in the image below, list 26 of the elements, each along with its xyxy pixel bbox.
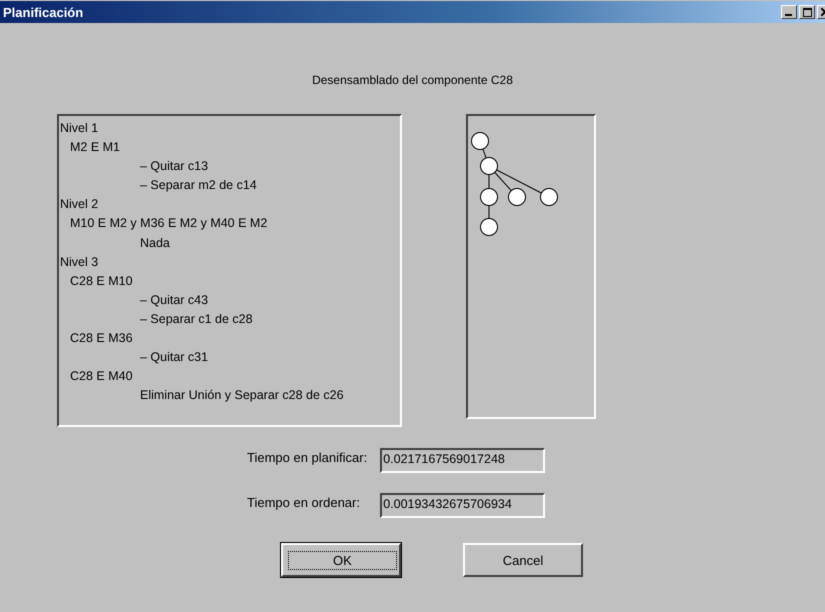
component-pair: C28 E M10 [69,272,134,290]
field-label: Tiempo en planificar: [247,449,368,465]
heading-text: Desensamblado del componente C28 [311,73,514,87]
maximize-icon [802,8,812,16]
action-text: – Quitar c13 [139,158,210,176]
action-text: – Quitar c43 [139,292,210,309]
ok-button[interactable]: OK [281,543,401,577]
action-text: – Quitar c31 [139,349,210,366]
cancel-button[interactable]: Cancel [463,543,583,577]
minimize-button[interactable] [781,5,797,19]
action-text: – Separar c1 de c28 [139,310,254,328]
component-pair: C28 E M36 [69,330,134,348]
time-field[interactable]: 0.00193432675706934 [380,493,546,518]
action-text: – Separar m2 de c14 [139,177,258,194]
time-field[interactable]: 0.0217167569017248 [380,448,546,473]
component-pair: M10 E M2 y M36 E M2 y M40 E M2 [69,215,268,232]
component-pair: C28 E M40 [69,368,134,386]
level-heading: Nivel 1 [60,120,100,137]
maximize-button[interactable] [799,5,815,19]
field-label: Tiempo en ordenar: [247,494,361,510]
level-heading: Nivel 2 [60,196,100,214]
action-text: Nada [139,234,171,252]
window-title: Planificación [3,4,84,20]
action-text: Eliminar Unión y Separar c28 de c26 [139,387,345,404]
component-pair: M2 E M1 [69,139,122,156]
level-heading: Nivel 3 [60,254,100,271]
